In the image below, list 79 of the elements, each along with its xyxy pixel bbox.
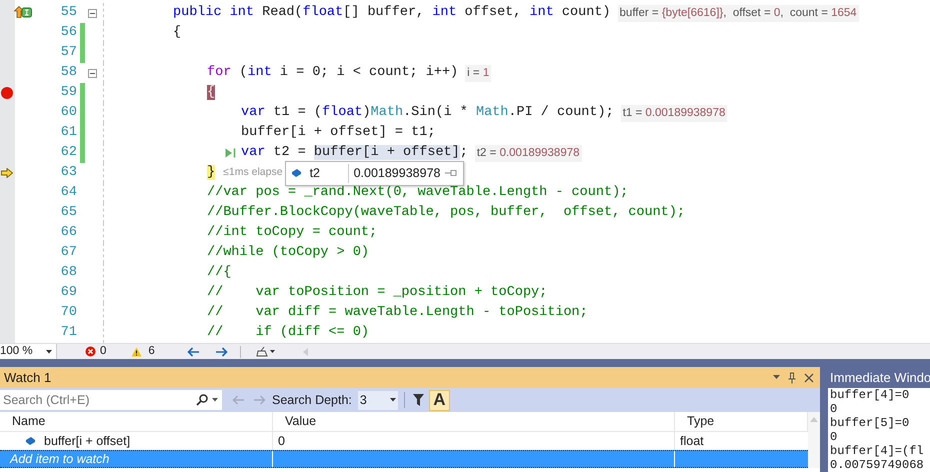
line-number: 63 (60, 164, 77, 182)
pin-icon[interactable] (445, 169, 458, 177)
inline-value-hint: t1 = 0.00189938978 (620, 104, 728, 122)
immediate-output-line: buffer[4]=0 (830, 388, 910, 402)
line-number: 71 (60, 324, 77, 342)
panel-title: Watch 1 (4, 368, 52, 387)
error-count[interactable]: 0 (100, 342, 106, 360)
broom-icon[interactable] (256, 346, 276, 357)
immediate-output-line: buffer[4]=(fl (830, 444, 925, 458)
code-line: // var diff = waveTable.Length - toPosition; (207, 304, 588, 322)
warning-icon (131, 346, 142, 356)
close-icon[interactable] (804, 372, 814, 382)
collapse-icon[interactable] (88, 8, 97, 18)
code-line: var t2 = buffer[i + offset]; (241, 144, 468, 162)
elapsed-time-label: ≤1ms elapse (223, 165, 283, 180)
code-line: // var toPosition = _position + toCopy; (207, 284, 548, 302)
code-line: //while (toCopy > 0) (207, 244, 370, 262)
search-options-button[interactable] (185, 390, 222, 410)
warning-count[interactable]: 6 (148, 342, 155, 360)
add-item-placeholder: Add item to watch (0, 451, 273, 467)
back-arrow-icon[interactable] (186, 346, 200, 356)
line-number: 60 (60, 104, 77, 122)
caret-icon (212, 398, 218, 402)
line-number: 65 (60, 204, 77, 222)
line-number: 64 (60, 184, 77, 202)
search-depth-dropdown[interactable]: 3 (358, 390, 398, 410)
code-line: //int toCopy = count; (207, 224, 378, 242)
code-line: buffer[i + offset] = t1; (241, 124, 436, 142)
code-line: { (173, 24, 182, 42)
line-number: 56 (60, 24, 77, 42)
watch-type: float (679, 432, 705, 450)
data-tip-name: t2 (310, 164, 322, 182)
search-icon (196, 394, 208, 406)
search-field[interactable]: Search (Ctrl+E) (0, 390, 185, 410)
code-line: //var pos = _rand.Next(0, waveTable.Length - count); (207, 184, 628, 202)
forward-arrow-icon[interactable] (214, 346, 228, 356)
breakpoint-icon[interactable] (1, 87, 13, 99)
inline-value-hint: t2 = 0.00189938978 (474, 144, 582, 162)
line-number: 69 (60, 284, 77, 302)
line-number: 57 (60, 44, 77, 62)
search-depth-label: Search Depth: (272, 392, 352, 409)
line-number: 67 (60, 244, 77, 262)
data-tip-value: 0.00189938978 (354, 164, 440, 182)
line-number: 62 (60, 144, 77, 162)
line-number: 58 (60, 64, 77, 82)
error-icon (85, 346, 96, 357)
code-line: //Buffer.BlockCopy(waveTable, pos, buffer, offset, count); (207, 204, 685, 222)
inline-value-hint: buffer = {byte[6616]}, offset = 0, count = 1654 (618, 4, 859, 22)
line-number: 70 (60, 304, 77, 322)
filter-icon[interactable] (412, 394, 424, 406)
caret-icon (390, 398, 396, 402)
line-number: 55 (60, 4, 77, 22)
field-icon (290, 168, 302, 178)
code-line: // if (diff <= 0) (207, 324, 370, 342)
dropdown-caret-icon[interactable] (773, 375, 780, 380)
pin-icon[interactable] (788, 372, 796, 384)
line-number: 61 (60, 124, 77, 142)
match-case-toggle[interactable]: A (428, 390, 450, 410)
line-number: 59 (60, 84, 77, 102)
code-line: var t1 = (float)Math.Sin(i * Math.PI / count); (241, 104, 614, 122)
run-to-click-icon[interactable] (225, 148, 236, 158)
immediate-output-line: 0 (830, 430, 838, 444)
line-number: 68 (60, 264, 77, 282)
line-number: 66 (60, 224, 77, 242)
immediate-output-line: 0.00759749068 (830, 458, 925, 472)
immediate-output-line: 0 (830, 402, 838, 416)
collapse-icon[interactable] (88, 68, 97, 78)
zoom-dropdown[interactable]: 100 % (0, 344, 57, 359)
inline-value-hint: i = 1 (465, 64, 492, 82)
watch-expression: buffer[i + offset] (44, 432, 130, 450)
caret-icon (46, 350, 52, 354)
column-header[interactable]: Value (273, 412, 675, 432)
immediate-output-line: buffer[5]=0 (830, 416, 910, 430)
code-line: //{ (207, 264, 232, 282)
code-line: public int Read(float[] buffer, int offset, int count) (173, 4, 611, 22)
code-line: for (int i = 0; i < count; i++) (207, 64, 458, 82)
field-icon (25, 436, 36, 446)
column-header[interactable]: Type (675, 412, 808, 432)
column-header[interactable]: Name (0, 412, 273, 432)
